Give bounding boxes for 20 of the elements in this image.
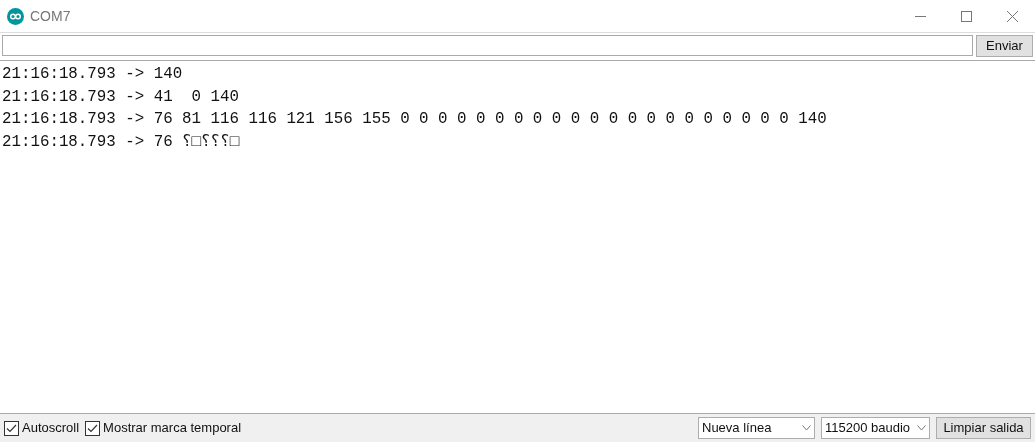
checkbox[interactable] <box>85 420 101 436</box>
app-logo-icon <box>7 7 24 25</box>
close-icon <box>1006 10 1018 22</box>
send-button[interactable]: Enviar <box>976 34 1033 57</box>
serial-output-line: 21:16:18.793 -> 76 81 116 116 121 156 155 0 0 0 0 0 0 0 0 0 0 0 0 0 0 0 0 0 0 0 0 0 140 <box>2 109 827 130</box>
checkbox-label: Mostrar marca temporal <box>103 419 242 438</box>
checkbox-label: Autoscroll <box>22 419 80 438</box>
dropdown[interactable]: Nueva línea <box>698 417 815 439</box>
dropdown[interactable]: 115200 baudio <box>821 417 930 439</box>
serial-output-line: 21:16:18.793 -> 41 0 140 <box>2 86 239 108</box>
window-title: COM7 <box>30 6 71 26</box>
chevron-down-icon <box>917 425 926 431</box>
send-input-field[interactable] <box>2 35 973 56</box>
serial-output-line: 21:16:18.793 -> 140 <box>2 64 183 85</box>
serial-output-line: 21:16:18.793 -> 76 ⸮□⸮⸮⸮□ <box>2 131 240 153</box>
minimize-icon <box>914 15 926 17</box>
chevron-down-icon <box>802 425 811 431</box>
maximize-icon <box>960 10 972 22</box>
clear-output-button[interactable]: Limpiar salida <box>936 417 1031 439</box>
checkbox[interactable] <box>4 420 19 436</box>
